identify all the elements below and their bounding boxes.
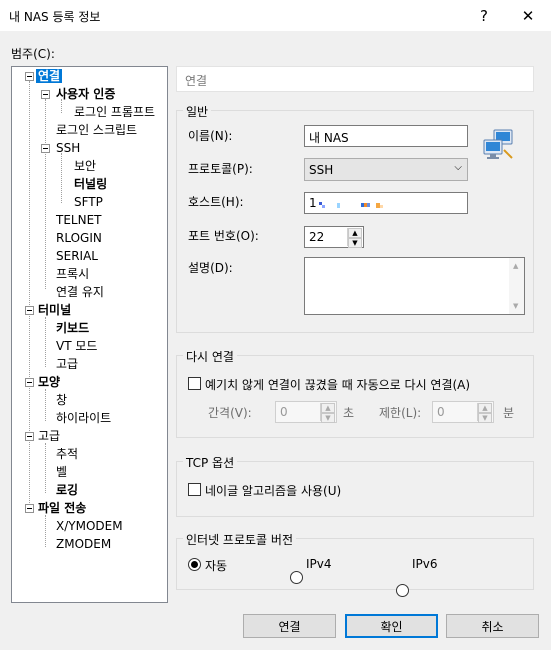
tree-item-vt-mode[interactable]: VT 모드 [56,338,97,354]
close-button[interactable]: ✕ [505,0,551,31]
tree-item-logging[interactable]: 로깅 [56,482,78,498]
description-field[interactable]: ▲ ▼ [304,257,525,315]
collapse-toggle-icon[interactable] [25,504,34,513]
spin-down-icon[interactable]: ▼ [321,413,335,423]
title-bar: 내 NAS 등록 정보 ? ✕ [0,0,551,31]
tree-item-telnet[interactable]: TELNET [56,212,102,228]
tree-item-tunneling[interactable]: 터널링 [74,176,107,192]
tree-item-sftp[interactable]: SFTP [74,194,103,210]
host-label: 호스트(H): [188,195,244,209]
panel-header: 연결 [176,66,534,92]
chevron-down-icon: ⌵ [454,162,462,173]
reconnect-group-title: 다시 연결 [183,348,237,365]
tree-item-advanced[interactable]: 고급 [38,428,60,444]
tree-item-security[interactable]: 보안 [74,158,96,174]
tree-item-rlogin[interactable]: RLOGIN [56,230,102,246]
tree-item-file-transfer[interactable]: 파일 전송 [38,500,86,516]
name-field[interactable]: 내 NAS [304,125,468,147]
auto-reconnect-checkbox[interactable] [188,377,201,390]
ip-auto-label[interactable]: 자동 [205,557,227,574]
host-field[interactable]: 1 [304,192,468,214]
tree-item-user-auth[interactable]: 사용자 인증 [56,86,115,102]
general-group-title: 일반 [183,103,212,120]
interval-value: 0 [280,405,288,419]
ipv4-label[interactable]: IPv4 [306,557,332,571]
tree-item-proxy[interactable]: 프록시 [56,266,89,282]
limit-spinner[interactable]: ▲ ▼ [477,403,492,423]
tcp-group-title: TCP 옵션 [183,454,238,471]
collapse-toggle-icon[interactable] [41,90,50,99]
ip-version-group-title: 인터넷 프로토콜 버전 [183,531,296,548]
category-label: 범주(C): [11,47,55,61]
panel-header-title: 연결 [185,74,208,88]
ipv6-label[interactable]: IPv6 [412,557,438,571]
scroll-up-icon[interactable]: ▲ [513,262,518,270]
tree-item-window[interactable]: 창 [56,392,67,408]
collapse-toggle-icon[interactable] [25,378,34,387]
interval-spinner[interactable]: ▲ ▼ [320,403,335,423]
port-value: 22 [309,230,325,244]
limit-unit: 분 [503,406,515,420]
collapse-toggle-icon[interactable] [25,306,34,315]
tree-item-keyboard[interactable]: 키보드 [56,320,89,336]
ok-button[interactable]: 확인 [345,614,438,638]
limit-field[interactable]: 0 ▲ ▼ [432,401,494,423]
tree-item-trace[interactable]: 추적 [56,446,78,462]
redacted-host-mask [319,199,399,208]
ip-auto-radio[interactable] [188,558,201,571]
protocol-value: SSH [309,163,334,177]
tree-item-xymodem[interactable]: X/YMODEM [56,518,123,534]
tree-item-login-prompt[interactable]: 로그인 프롬프트 [74,104,155,120]
tree-item-connection[interactable]: 연결 [36,68,63,84]
help-button[interactable]: ? [461,0,507,31]
description-label: 설명(D): [188,261,233,275]
limit-label: 제한(L): [379,406,422,420]
limit-value: 0 [437,405,445,419]
tree-item-serial[interactable]: SERIAL [56,248,98,264]
tree-item-login-script[interactable]: 로그인 스크립트 [56,122,137,138]
collapse-toggle-icon[interactable] [41,144,50,153]
protocol-label: 프로토콜(P): [188,162,253,176]
port-label: 포트 번호(O): [188,229,259,243]
ipv6-radio[interactable] [396,584,409,597]
tree-item-keepalive[interactable]: 연결 유지 [56,284,104,300]
interval-unit: 초 [343,406,355,420]
host-value: 1 [309,196,317,210]
tree-item-zmodem[interactable]: ZMODEM [56,536,111,552]
computers-network-icon [482,128,516,162]
protocol-select[interactable]: SSH ⌵ [304,158,468,181]
collapse-toggle-icon[interactable] [25,72,34,81]
nagle-checkbox[interactable] [188,483,201,496]
category-tree[interactable]: 연결 사용자 인증 로그인 프롬프트 로그인 스크립트 SSH 보안 터널링 S… [11,66,168,603]
connect-button[interactable]: 연결 [243,614,336,638]
tree-item-appearance[interactable]: 모양 [38,374,60,390]
auto-reconnect-label[interactable]: 예기치 않게 연결이 끊겼을 때 자동으로 다시 연결(A) [205,376,470,393]
spin-up-icon[interactable]: ▲ [321,403,335,413]
port-spinner[interactable]: ▲ ▼ [347,228,362,248]
tree-item-terminal[interactable]: 터미널 [38,302,71,318]
spin-up-icon[interactable]: ▲ [478,403,492,413]
cancel-button[interactable]: 취소 [446,614,539,638]
port-field[interactable]: 22 ▲ ▼ [304,226,364,248]
ipv4-radio[interactable] [290,571,303,584]
spin-down-icon[interactable]: ▼ [348,238,362,248]
reconnect-group [176,355,534,438]
collapse-toggle-icon[interactable] [25,432,34,441]
interval-field[interactable]: 0 ▲ ▼ [275,401,337,423]
name-label: 이름(N): [188,129,233,143]
nagle-label[interactable]: 네이글 알고리즘을 사용(U) [205,482,341,499]
spin-down-icon[interactable]: ▼ [478,413,492,423]
window-title: 내 NAS 등록 정보 [9,10,101,24]
tree-item-terminal-advanced[interactable]: 고급 [56,356,78,372]
spin-up-icon[interactable]: ▲ [348,228,362,238]
tree-item-bell[interactable]: 벨 [56,464,67,480]
tree-item-highlight[interactable]: 하이라이트 [56,410,111,426]
scrollbar[interactable]: ▲ ▼ [509,258,524,314]
scroll-down-icon[interactable]: ▼ [513,302,518,310]
tree-item-ssh[interactable]: SSH [56,140,80,156]
interval-label: 간격(V): [208,406,252,420]
